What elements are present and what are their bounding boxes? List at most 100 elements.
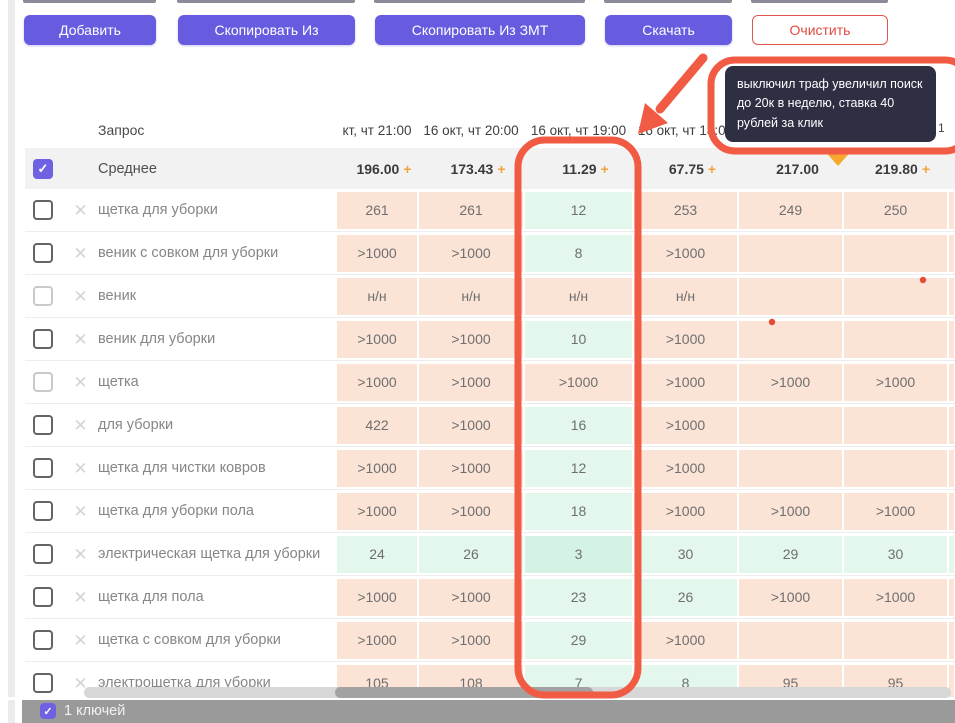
column-header-18-00: 16 окт, чт 18:00	[637, 122, 734, 138]
position-cell: 29	[738, 535, 843, 573]
position-cell: >1000	[336, 449, 418, 487]
download-button[interactable]: Скачать	[605, 15, 732, 45]
position-cell: н/н	[633, 277, 738, 315]
position-cell	[948, 277, 955, 315]
delete-row-icon[interactable]: ✕	[72, 245, 89, 262]
cutoff-element	[604, 0, 732, 3]
position-cell: >1000	[336, 234, 418, 272]
position-cell	[948, 234, 955, 272]
row-checkbox[interactable]	[33, 501, 53, 521]
delete-row-icon[interactable]: ✕	[72, 417, 89, 434]
position-cell: н/н	[524, 277, 633, 315]
delete-row-icon[interactable]: ✕	[72, 546, 89, 563]
row-checkbox[interactable]	[33, 458, 53, 478]
row-checkbox[interactable]	[33, 415, 53, 435]
position-cell	[843, 234, 948, 272]
row-checkbox[interactable]	[33, 200, 53, 220]
cutoff-element	[751, 0, 888, 3]
average-value: 217.00	[776, 160, 819, 177]
position-cell	[948, 578, 955, 616]
position-cell	[738, 406, 843, 444]
position-cell	[738, 449, 843, 487]
row-checkbox[interactable]	[33, 673, 53, 693]
query-text: щетка	[98, 374, 139, 390]
position-cell: 26	[633, 578, 738, 616]
position-cell: 16	[524, 406, 633, 444]
position-cell	[948, 320, 955, 358]
horizontal-scrollbar-thumb[interactable]	[335, 687, 593, 698]
row-checkbox[interactable]	[33, 630, 53, 650]
row-checkbox[interactable]	[33, 587, 53, 607]
position-cell	[948, 191, 955, 229]
position-cell: >1000	[336, 320, 418, 358]
position-cell: 29	[524, 621, 633, 659]
table-row: ✕ щетка для чистки ковров >1000 >1000 12 >100…	[25, 447, 955, 490]
position-cell	[843, 320, 948, 358]
position-cell: 3	[524, 535, 633, 573]
cutoff-element	[177, 0, 355, 3]
annotation-tooltip: выключил траф увеличил поиск до 20к в не…	[725, 66, 936, 143]
row-checkbox[interactable]	[33, 372, 53, 392]
expand-plus-icon[interactable]: +	[403, 161, 411, 177]
table-row: ✕ электрическая щетка для уборки 24 26 3 30 29…	[25, 533, 955, 576]
position-cell: >1000	[843, 492, 948, 530]
select-all-checkbox[interactable]: ✓	[33, 158, 53, 179]
position-cell: >1000	[633, 492, 738, 530]
position-cell	[948, 363, 955, 401]
copy-from-button[interactable]: Скопировать Из	[178, 15, 355, 45]
position-cell: >1000	[738, 492, 843, 530]
position-cell: >1000	[336, 578, 418, 616]
position-cell: >1000	[633, 320, 738, 358]
position-cell: >1000	[418, 363, 524, 401]
average-value: 11.29 +	[562, 160, 609, 177]
delete-row-icon[interactable]: ✕	[72, 288, 89, 305]
delete-row-icon[interactable]: ✕	[72, 374, 89, 391]
delete-row-icon[interactable]: ✕	[72, 503, 89, 520]
row-checkbox[interactable]	[33, 243, 53, 263]
position-cell: >1000	[524, 363, 633, 401]
table-row: ✕ для уборки 422 >1000 16 >1000	[25, 404, 955, 447]
table-body: ✕ щетка для уборки 261 261 12 253 249 250 ✕ веник…	[25, 189, 955, 705]
copy-from-zmt-button[interactable]: Скопировать Из ЗМТ	[375, 15, 585, 45]
delete-row-icon[interactable]: ✕	[72, 632, 89, 649]
expand-plus-icon[interactable]: +	[922, 161, 930, 177]
selection-footer-bar: ✓ 1 ключей	[22, 700, 955, 723]
keyword-positions-page: Добавить Скопировать Из Скопировать Из З…	[0, 0, 955, 723]
position-cell	[738, 320, 843, 358]
position-cell	[948, 406, 955, 444]
expand-plus-icon[interactable]: +	[497, 161, 505, 177]
delete-row-icon[interactable]: ✕	[72, 589, 89, 606]
row-checkbox[interactable]	[33, 544, 53, 564]
position-cell: >1000	[738, 363, 843, 401]
expand-plus-icon[interactable]: +	[601, 161, 609, 177]
row-checkbox[interactable]	[33, 329, 53, 349]
horizontal-scrollbar[interactable]	[84, 687, 951, 698]
query-text: щетка для уборки пола	[98, 503, 254, 519]
position-cell: >1000	[336, 363, 418, 401]
table-row: ✕ щетка для пола >1000 >1000 23 26 >1000 >1000	[25, 576, 955, 619]
row-checkbox[interactable]	[33, 286, 53, 306]
annotation-arrow	[655, 53, 708, 114]
table-row: ✕ веник н/н н/н н/н н/н	[25, 275, 955, 318]
average-row: ✓ Среднее 196.00 + 173.43 + 11.29 + 67.75 + 217.…	[25, 148, 955, 189]
delete-row-icon[interactable]: ✕	[72, 460, 89, 477]
add-button[interactable]: Добавить	[24, 15, 156, 45]
expand-plus-icon[interactable]: +	[708, 161, 716, 177]
delete-row-icon[interactable]: ✕	[72, 202, 89, 219]
query-text: щетка для пола	[98, 589, 204, 605]
delete-row-icon[interactable]: ✕	[72, 331, 89, 348]
position-cell: 26	[418, 535, 524, 573]
query-column-header: Запрос	[98, 122, 145, 138]
position-cell	[948, 449, 955, 487]
footer-checkbox[interactable]: ✓	[40, 703, 56, 719]
position-cell: н/н	[418, 277, 524, 315]
clear-button[interactable]: Очистить	[752, 15, 888, 45]
table-row: ✕ щетка для уборки 261 261 12 253 249 250	[25, 189, 955, 232]
query-text: щетка для уборки	[98, 202, 218, 218]
position-cell: >1000	[336, 492, 418, 530]
position-cell	[843, 277, 948, 315]
position-cell	[843, 406, 948, 444]
cutoff-element	[23, 0, 156, 3]
position-cell: >1000	[633, 449, 738, 487]
average-values: 196.00 + 173.43 + 11.29 + 67.75 + 217.00 219.80 +	[343, 161, 955, 177]
